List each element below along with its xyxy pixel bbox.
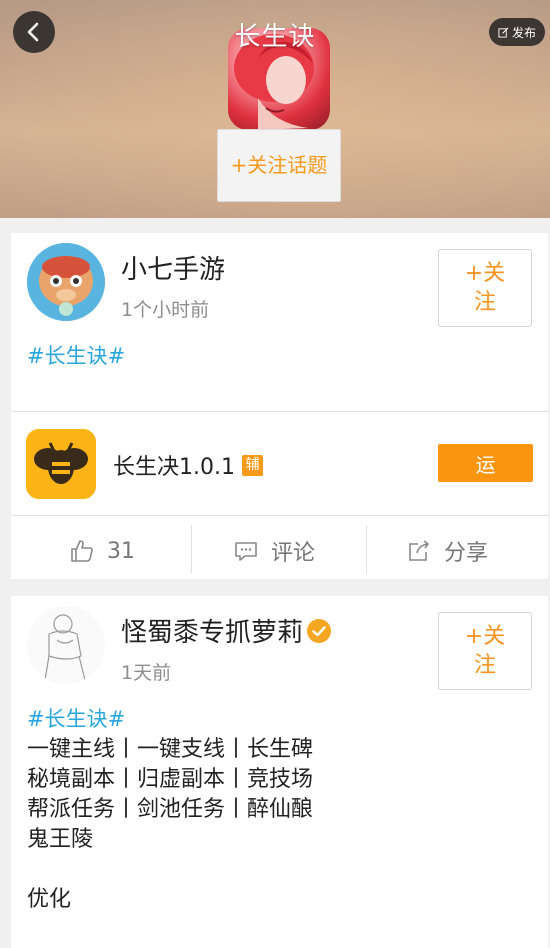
- topic-header: 长生诀 发布 +关注话题: [0, 0, 550, 218]
- avatar[interactable]: [27, 606, 105, 684]
- post-time: 1个小时前: [121, 299, 210, 321]
- post-content-line: 帮派任务丨剑池任务丨醉仙酿: [27, 797, 314, 822]
- post-content-line: 秘境副本丨归虚副本丨竞技场: [27, 767, 314, 792]
- thumbs-up-icon: [71, 540, 93, 562]
- app-name-label: 长生决1.0.1: [113, 455, 235, 480]
- share-label: 分享: [444, 541, 489, 566]
- comment-button[interactable]: 评论: [233, 525, 315, 577]
- page-title: 长生诀: [234, 22, 316, 52]
- follow-topic-button[interactable]: +关注话题: [217, 129, 341, 202]
- app-name[interactable]: 长生决1.0.1 辅: [113, 449, 263, 481]
- verified-badge-icon: [307, 618, 332, 643]
- comment-icon: [235, 542, 257, 561]
- divider: [11, 515, 548, 516]
- comment-label: 评论: [271, 541, 316, 566]
- app-bee-icon[interactable]: [26, 429, 96, 499]
- edit-icon: [498, 27, 509, 38]
- post-card: 怪蜀黍专抓萝莉 1天前 +关注 #长生诀# 一键主线丨一键支线丨长生碑 秘境副本…: [11, 596, 548, 948]
- post-username-label: 怪蜀黍专抓萝莉: [121, 618, 304, 648]
- follow-button[interactable]: +关注: [438, 249, 532, 327]
- post-username[interactable]: 怪蜀黍专抓萝莉: [121, 612, 332, 649]
- divider: [366, 525, 367, 573]
- divider: [191, 525, 192, 573]
- follow-button[interactable]: +关注: [438, 612, 532, 690]
- post-content-line: 鬼王陵: [27, 827, 94, 852]
- post-content: 一键主线丨一键支线丨长生碑 秘境副本丨归虚副本丨竞技场 帮派任务丨剑池任务丨醉仙…: [27, 735, 313, 915]
- post-hashtag[interactable]: #长生诀#: [27, 703, 125, 733]
- post-content-line: 优化: [27, 887, 72, 912]
- post-card: 小七手游 1个小时前 +关注 #长生诀# 长生决1.0.1 辅 运 31 评论: [11, 233, 548, 579]
- post-content-line: [27, 855, 313, 885]
- post-time: 1天前: [121, 662, 172, 684]
- post-username[interactable]: 小七手游: [121, 249, 225, 286]
- app-badge: 辅: [241, 454, 263, 476]
- like-button[interactable]: 31: [69, 525, 135, 577]
- publish-label: 发布: [511, 25, 536, 40]
- avatar[interactable]: [27, 243, 105, 321]
- divider: [11, 411, 548, 412]
- share-button[interactable]: 分享: [406, 525, 488, 577]
- like-count: 31: [107, 538, 135, 564]
- post-content-line: 一键主线丨一键支线丨长生碑: [27, 737, 314, 762]
- publish-button[interactable]: 发布: [489, 18, 545, 46]
- run-button[interactable]: 运: [438, 444, 533, 482]
- post-hashtag[interactable]: #长生诀#: [27, 340, 125, 370]
- share-icon: [409, 540, 429, 561]
